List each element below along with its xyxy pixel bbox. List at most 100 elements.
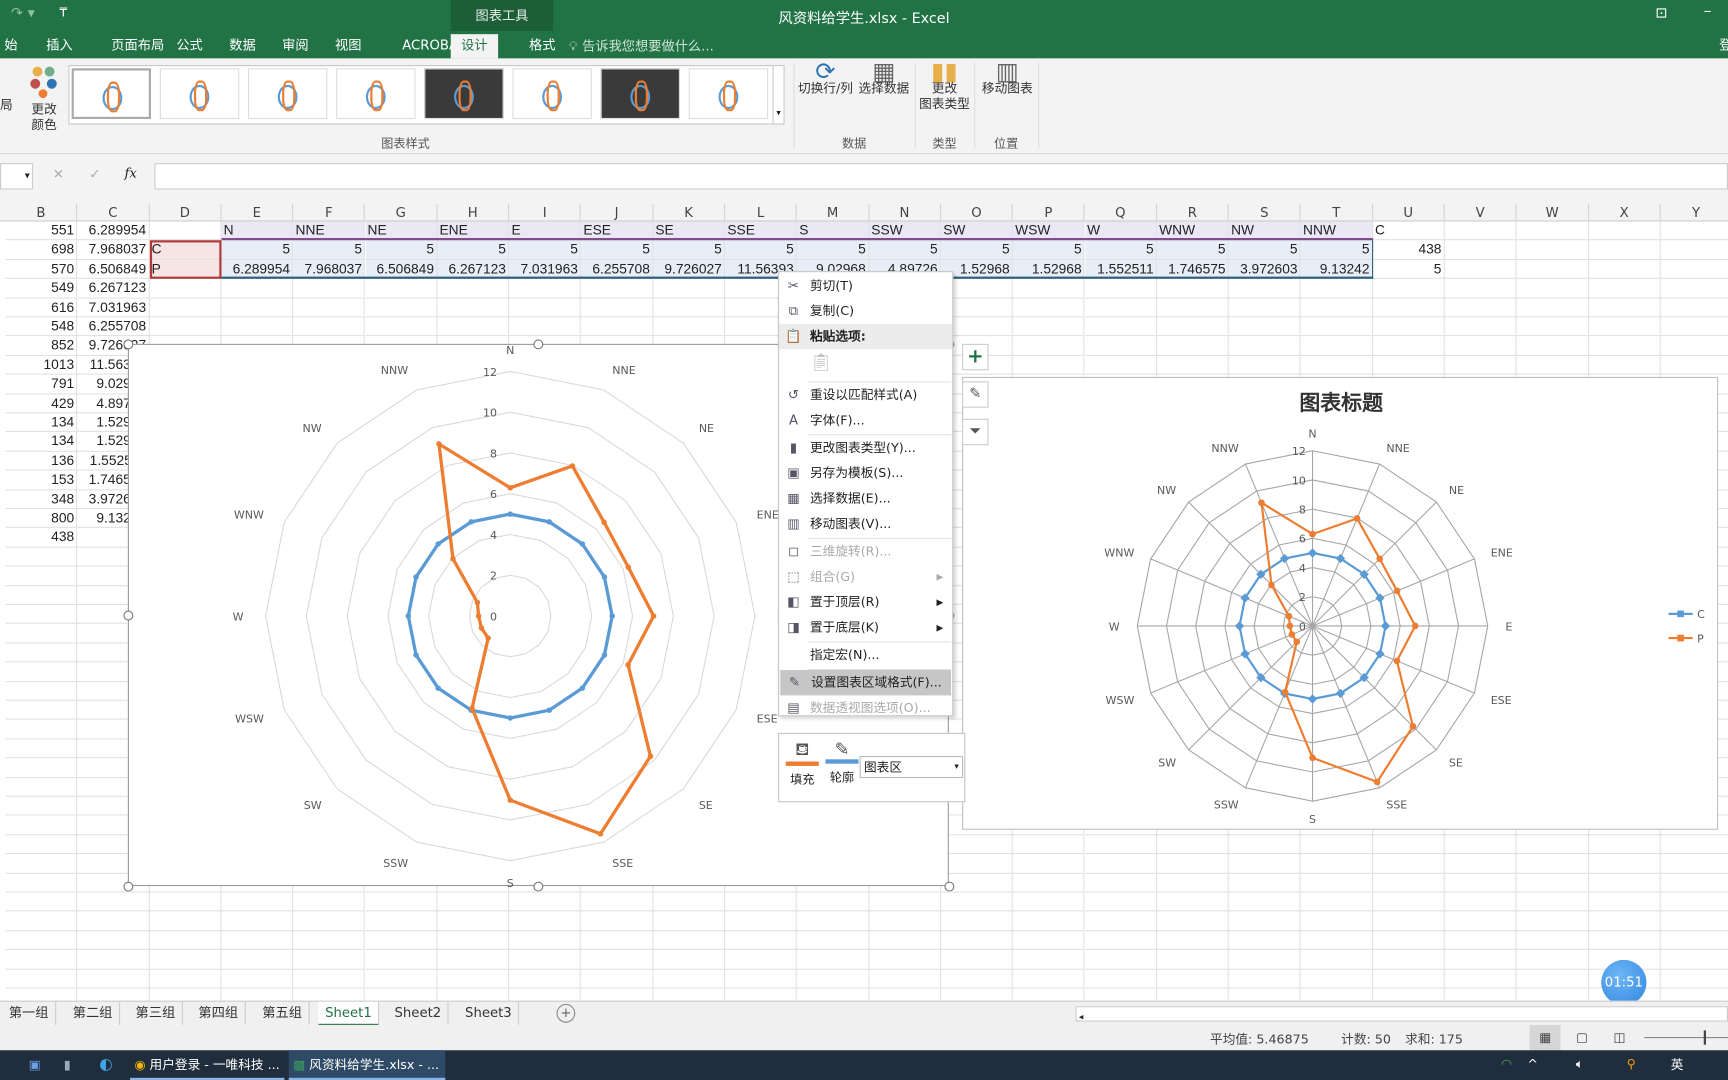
cell[interactable]	[1300, 298, 1373, 318]
column-header-B[interactable]: B	[6, 203, 78, 222]
column-header-I[interactable]: I	[509, 203, 582, 222]
cell[interactable]	[1516, 317, 1589, 337]
column-header-X[interactable]: X	[1589, 203, 1661, 222]
chart-element-select[interactable]: 图表区 ▾	[859, 755, 964, 779]
cell[interactable]	[1660, 356, 1728, 375]
cell[interactable]	[1012, 279, 1085, 299]
cell[interactable]	[5, 931, 78, 951]
cell[interactable]: 7.968037	[77, 240, 150, 260]
paste-option-icon[interactable]: 📋︎	[810, 352, 832, 376]
cell[interactable]	[5, 815, 78, 836]
column-header-T[interactable]: T	[1301, 203, 1373, 222]
cell[interactable]	[1300, 835, 1373, 855]
cell[interactable]	[1660, 835, 1728, 855]
column-header-N[interactable]: N	[869, 203, 942, 222]
cell[interactable]	[1228, 355, 1301, 375]
ribbon-tab-9[interactable]: 格式	[525, 34, 560, 58]
data-point[interactable]	[475, 613, 482, 619]
cell[interactable]	[1516, 931, 1589, 951]
cell[interactable]	[1156, 950, 1229, 970]
cell[interactable]	[797, 969, 870, 989]
resize-handle[interactable]	[943, 881, 954, 891]
sheet-tab-3[interactable]: 第四组	[192, 1001, 246, 1026]
cell[interactable]	[1444, 854, 1517, 874]
change-chart-type-button[interactable]: ▮▮ 更改 图表类型	[918, 60, 971, 111]
cell[interactable]	[1084, 355, 1157, 375]
cell[interactable]	[1228, 854, 1301, 874]
column-header-P[interactable]: P	[1013, 203, 1085, 222]
cell[interactable]	[1085, 988, 1157, 1001]
sheet-tab-6[interactable]: Sheet2	[388, 1001, 449, 1026]
data-point[interactable]	[469, 705, 475, 712]
cell[interactable]	[1228, 835, 1301, 855]
cell[interactable]	[1660, 912, 1728, 931]
data-point[interactable]	[579, 541, 586, 547]
cell[interactable]	[1012, 317, 1085, 337]
column-header-Q[interactable]: Q	[1085, 203, 1157, 222]
cell[interactable]	[1516, 950, 1589, 970]
cell[interactable]: 852	[5, 336, 78, 356]
cell[interactable]	[221, 892, 294, 912]
cell[interactable]	[1516, 298, 1589, 318]
data-point[interactable]	[609, 613, 615, 619]
cell[interactable]	[149, 931, 222, 951]
column-header-Y[interactable]: Y	[1661, 204, 1728, 222]
cell[interactable]	[5, 835, 78, 855]
formula-input[interactable]	[154, 163, 1728, 190]
cell[interactable]	[1084, 835, 1157, 855]
cell[interactable]	[1444, 336, 1517, 356]
column-header-O[interactable]: O	[941, 203, 1013, 222]
data-point[interactable]	[1286, 622, 1294, 630]
cell[interactable]	[1372, 298, 1445, 318]
resize-handle[interactable]	[122, 338, 133, 349]
cell[interactable]	[1084, 969, 1157, 989]
cell[interactable]	[221, 950, 294, 970]
cell[interactable]	[1372, 854, 1445, 874]
zoom-slider-thumb[interactable]	[1703, 1030, 1706, 1045]
cell[interactable]	[1300, 336, 1373, 356]
cell[interactable]	[941, 931, 1013, 951]
cell[interactable]	[1156, 317, 1229, 337]
cell[interactable]	[5, 585, 78, 606]
cell[interactable]	[1156, 854, 1229, 874]
cell[interactable]	[149, 988, 222, 1001]
menu-item-5[interactable]: ▮ 更改图表类型(Y)...	[779, 435, 952, 460]
cell[interactable]	[5, 566, 78, 586]
cell[interactable]	[1444, 931, 1517, 951]
cell[interactable]	[1228, 892, 1301, 912]
cell[interactable]	[1228, 317, 1301, 337]
cell[interactable]	[5, 624, 78, 644]
cell[interactable]	[797, 931, 870, 951]
data-point[interactable]	[1307, 694, 1318, 704]
data-point[interactable]	[1258, 499, 1265, 507]
cell[interactable]	[1444, 298, 1517, 318]
cell[interactable]	[509, 950, 582, 970]
word-app-icon[interactable]: ▣	[29, 1057, 41, 1072]
column-header-U[interactable]: U	[1373, 203, 1445, 222]
cell[interactable]	[941, 911, 1013, 931]
cell[interactable]: 134	[5, 413, 78, 433]
cell[interactable]	[293, 931, 366, 951]
cell[interactable]	[5, 547, 78, 567]
cell[interactable]	[1444, 355, 1517, 375]
cell[interactable]	[1516, 355, 1589, 375]
cell[interactable]: 6.289954	[77, 221, 150, 241]
cell[interactable]	[1660, 873, 1728, 893]
data-point[interactable]	[601, 519, 607, 525]
data-point[interactable]	[478, 625, 485, 631]
cell[interactable]	[1372, 911, 1445, 931]
cell[interactable]	[1660, 337, 1728, 356]
cell[interactable]	[509, 279, 582, 299]
cell[interactable]	[1372, 969, 1445, 989]
cell[interactable]: 6.267123	[77, 279, 150, 299]
cell[interactable]	[653, 298, 726, 318]
cell[interactable]	[581, 298, 654, 318]
cell[interactable]	[365, 317, 438, 337]
cell[interactable]	[5, 662, 78, 682]
cell[interactable]	[797, 892, 870, 912]
resize-handle[interactable]	[532, 338, 543, 349]
cell[interactable]	[5, 892, 78, 912]
cell[interactable]	[1588, 854, 1661, 874]
cell[interactable]	[293, 279, 366, 299]
cell[interactable]	[1228, 950, 1301, 970]
